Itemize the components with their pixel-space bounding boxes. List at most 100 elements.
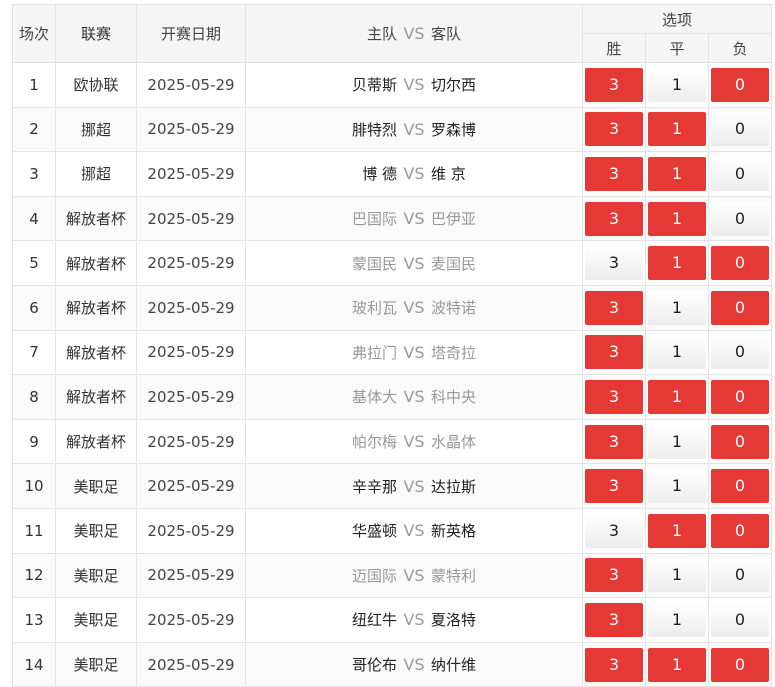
match-date: 2025-05-29 (136, 240, 246, 286)
option-draw-button[interactable]: 1 (648, 513, 706, 548)
option-lose-button[interactable]: 0 (711, 602, 769, 637)
match-date: 2025-05-29 (136, 374, 246, 420)
option-win-button[interactable]: 3 (585, 201, 643, 236)
header-win: 胜 (582, 33, 646, 63)
header-draw: 平 (645, 33, 709, 63)
option-win-button[interactable]: 3 (585, 156, 643, 191)
league: 美职足 (55, 641, 137, 687)
away-team: 蒙特利 (431, 566, 477, 585)
option-draw-button[interactable]: 1 (648, 67, 706, 102)
header-league: 联赛 (55, 4, 137, 63)
away-team: 维 京 (431, 165, 466, 184)
option-lose-button[interactable]: 0 (711, 558, 769, 593)
option-draw-button[interactable]: 1 (648, 246, 706, 281)
home-team: 腓特烈 (351, 120, 397, 139)
league: 美职足 (55, 507, 137, 554)
away-team: 巴伊亚 (431, 210, 477, 229)
match-no: 3 (12, 151, 56, 197)
table-row: 14 美职足 2025-05-29 哥伦布 VS 纳什维 3 1 0 (12, 641, 772, 687)
option-win-button[interactable]: 3 (585, 67, 643, 102)
home-team: 博 德 (362, 165, 397, 184)
option-lose-button[interactable]: 0 (711, 201, 769, 236)
table-row: 13 美职足 2025-05-29 纽红牛 VS 夏洛特 3 1 0 (12, 597, 772, 643)
vs-label: VS (403, 75, 425, 95)
option-lose-button[interactable]: 0 (711, 67, 769, 102)
match-date: 2025-05-29 (136, 641, 246, 687)
league: 解放者杯 (55, 374, 137, 420)
option-win-button[interactable]: 3 (585, 424, 643, 459)
header-match: 主队 VS 客队 (245, 4, 583, 63)
match-teams: 玻利瓦 VS 波特诺 (245, 284, 583, 331)
away-team: 科中央 (431, 388, 477, 407)
home-team: 华盛顿 (351, 522, 397, 541)
option-lose-button[interactable]: 0 (711, 112, 769, 147)
match-teams: 帕尔梅 VS 水晶体 (245, 418, 583, 465)
league: 挪超 (55, 106, 137, 153)
header-date: 开赛日期 (136, 4, 246, 63)
match-no: 7 (12, 329, 56, 376)
match-table: 场次 联赛 开赛日期 主队 VS 客队 选项 胜 平 负 1 欧协联 2025-05… (12, 4, 772, 687)
option-lose-button[interactable]: 0 (711, 424, 769, 459)
option-win-button[interactable]: 3 (585, 335, 643, 370)
away-team: 纳什维 (431, 656, 477, 675)
option-lose-button[interactable]: 0 (711, 290, 769, 325)
match-no: 12 (12, 552, 56, 599)
league: 解放者杯 (55, 284, 137, 331)
option-win-button[interactable]: 3 (585, 513, 643, 548)
table-row: 2 挪超 2025-05-29 腓特烈 VS 罗森博 3 1 0 (12, 106, 772, 153)
league: 美职足 (55, 597, 137, 643)
option-draw-button[interactable]: 1 (648, 201, 706, 236)
option-win-button[interactable]: 3 (585, 290, 643, 325)
table-row: 7 解放者杯 2025-05-29 弗拉门 VS 塔奇拉 3 1 0 (12, 329, 772, 376)
option-draw-button[interactable]: 1 (648, 379, 706, 414)
option-lose-button[interactable]: 0 (711, 513, 769, 548)
option-draw-button[interactable]: 1 (648, 424, 706, 459)
away-team: 波特诺 (431, 299, 477, 318)
away-team: 麦国民 (431, 254, 477, 273)
match-date: 2025-05-29 (136, 463, 246, 509)
vs-label: VS (403, 119, 425, 139)
match-teams: 迈国际 VS 蒙特利 (245, 552, 583, 599)
home-team: 弗拉门 (351, 343, 397, 362)
option-win-button[interactable]: 3 (585, 647, 643, 682)
option-lose-button[interactable]: 0 (711, 246, 769, 281)
option-lose-button[interactable]: 0 (711, 647, 769, 682)
option-win-button[interactable]: 3 (585, 469, 643, 504)
option-lose-button[interactable]: 0 (711, 156, 769, 191)
option-draw-button[interactable]: 1 (648, 156, 706, 191)
away-team: 塔奇拉 (431, 343, 477, 362)
vs-label: VS (403, 164, 425, 184)
option-draw-button[interactable]: 1 (648, 335, 706, 370)
match-teams: 巴国际 VS 巴伊亚 (245, 195, 583, 242)
option-draw-button[interactable]: 1 (648, 647, 706, 682)
option-draw-button[interactable]: 1 (648, 558, 706, 593)
match-teams: 基体大 VS 科中央 (245, 374, 583, 420)
option-lose-button[interactable]: 0 (711, 335, 769, 370)
match-no: 8 (12, 374, 56, 420)
vs-label: VS (403, 521, 425, 541)
option-win-button[interactable]: 3 (585, 602, 643, 637)
away-team: 罗森博 (431, 120, 477, 139)
match-teams: 哥伦布 VS 纳什维 (245, 641, 583, 687)
match-no: 9 (12, 418, 56, 465)
option-draw-button[interactable]: 1 (648, 112, 706, 147)
option-win-button[interactable]: 3 (585, 379, 643, 414)
away-team: 切尔西 (431, 76, 477, 95)
option-win-button[interactable]: 3 (585, 558, 643, 593)
option-win-button[interactable]: 3 (585, 246, 643, 281)
match-date: 2025-05-29 (136, 507, 246, 554)
league: 解放者杯 (55, 195, 137, 242)
vs-label: VS (403, 476, 425, 496)
match-teams: 博 德 VS 维 京 (245, 151, 583, 197)
home-team: 玻利瓦 (351, 299, 397, 318)
match-teams: 蒙国民 VS 麦国民 (245, 240, 583, 286)
option-lose-button[interactable]: 0 (711, 379, 769, 414)
option-win-button[interactable]: 3 (585, 112, 643, 147)
header-vs: VS (403, 24, 425, 43)
option-draw-button[interactable]: 1 (648, 290, 706, 325)
home-team: 迈国际 (351, 566, 397, 585)
option-draw-button[interactable]: 1 (648, 602, 706, 637)
match-no: 13 (12, 597, 56, 643)
option-draw-button[interactable]: 1 (648, 469, 706, 504)
option-lose-button[interactable]: 0 (711, 469, 769, 504)
